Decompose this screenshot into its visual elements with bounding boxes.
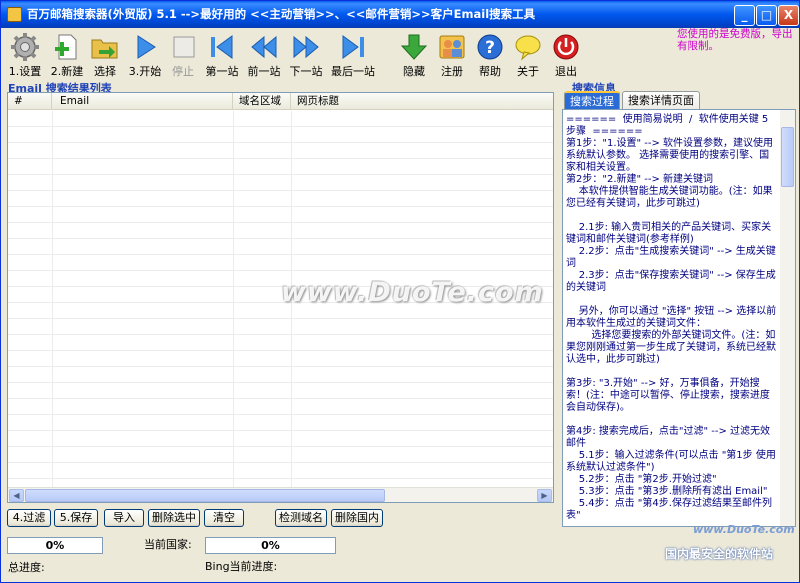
close-button[interactable]: X xyxy=(778,5,799,26)
stop-label: 停止 xyxy=(172,65,194,78)
previous-icon xyxy=(251,35,277,59)
scroll-thumb[interactable] xyxy=(781,127,794,187)
column-page-title[interactable]: 网页标题 xyxy=(291,93,553,110)
corner-watermark-url: www.DuoTe.com xyxy=(693,523,795,536)
help-icon: ? xyxy=(477,34,503,60)
select-label: 选择 xyxy=(94,65,116,78)
check-domain-button[interactable]: 检测域名 xyxy=(275,509,327,527)
column-divider xyxy=(52,111,53,487)
site-watermark: www.DuoTe.com xyxy=(281,277,544,308)
last-site-label: 最后一站 xyxy=(331,65,375,78)
open-folder-icon xyxy=(91,39,118,59)
last-site-button[interactable]: 最后一站 xyxy=(329,32,377,80)
new-document-icon xyxy=(55,34,77,60)
info-tabs: 搜索过程 搜索详情页面 xyxy=(562,91,794,110)
help-label: 帮助 xyxy=(479,65,501,78)
about-label: 关于 xyxy=(517,65,539,78)
maximize-button[interactable]: □ xyxy=(756,5,777,26)
import-button[interactable]: 导入 xyxy=(104,509,144,527)
exit-label: 退出 xyxy=(555,65,577,78)
horizontal-scrollbar[interactable]: ◀ ▶ xyxy=(8,487,553,502)
filter-button[interactable]: 4.过滤 xyxy=(7,509,51,527)
first-site-button[interactable]: 第一站 xyxy=(203,32,241,80)
search-info-box[interactable]: ====== 使用简易说明 / 软件使用关键 5步骤 ====== 第1步："1… xyxy=(562,109,796,527)
column-divider xyxy=(233,111,234,487)
column-index[interactable]: # xyxy=(8,93,52,110)
scroll-left-icon[interactable]: ◀ xyxy=(9,489,24,502)
corner-watermark: www.DuoTe.com 国内最安全的软件站 xyxy=(653,521,799,582)
select-button[interactable]: 选择 xyxy=(89,32,121,80)
search-info-text: ====== 使用简易说明 / 软件使用关键 5步骤 ====== 第1步："1… xyxy=(566,114,777,521)
gear-icon xyxy=(11,33,39,61)
clear-button[interactable]: 清空 xyxy=(204,509,244,527)
title-bar: 百万邮箱搜索器(外贸版) 5.1 -->最好用的 <<主动营销>>、<<邮件营销… xyxy=(1,1,799,28)
hide-label: 隐藏 xyxy=(403,65,425,78)
scroll-thumb[interactable] xyxy=(25,489,385,502)
free-version-notice: 您使用的是免费版，导出有限制。 xyxy=(677,28,793,52)
settings-label: 1.设置 xyxy=(8,65,42,78)
first-icon xyxy=(211,35,233,59)
stop-icon xyxy=(173,36,195,58)
about-button[interactable]: 关于 xyxy=(511,32,545,80)
column-email[interactable]: Email xyxy=(52,93,233,110)
next-icon xyxy=(293,35,319,59)
register-icon xyxy=(439,35,465,59)
column-domain-region[interactable]: 域名区域 xyxy=(233,93,291,110)
app-window: 百万邮箱搜索器(外贸版) 5.1 -->最好用的 <<主动营销>>、<<邮件营销… xyxy=(0,0,800,583)
first-site-label: 第一站 xyxy=(205,65,239,78)
start-label: 3.开始 xyxy=(128,65,162,78)
previous-site-label: 前一站 xyxy=(247,65,281,78)
save-button[interactable]: 5.保存 xyxy=(54,509,98,527)
svg-text:?: ? xyxy=(485,38,495,58)
tab-search-process[interactable]: 搜索过程 xyxy=(564,91,620,110)
current-country-label: 当前国家: xyxy=(144,538,192,551)
next-site-label: 下一站 xyxy=(289,65,323,78)
last-icon xyxy=(342,35,364,59)
bing-progress-label: Bing当前进度: xyxy=(205,560,278,573)
scroll-right-icon[interactable]: ▶ xyxy=(537,489,552,502)
bing-progress-bar: 0% xyxy=(205,537,336,554)
register-label: 注册 xyxy=(441,65,463,78)
delete-selected-button[interactable]: 删除选中 xyxy=(148,509,200,527)
vertical-scrollbar[interactable] xyxy=(780,110,795,526)
settings-button[interactable]: 1.设置 xyxy=(5,32,45,80)
window-title: 百万邮箱搜索器(外贸版) 5.1 -->最好用的 <<主动营销>>、<<邮件营销… xyxy=(27,7,536,21)
new-button[interactable]: 2.新建 xyxy=(47,32,87,80)
tab-search-details[interactable]: 搜索详情页面 xyxy=(622,91,700,109)
results-list-header: # Email 域名区域 网页标题 xyxy=(8,93,553,110)
delete-domestic-button[interactable]: 删除国内 xyxy=(331,509,383,527)
main-toolbar: 1.设置 2.新建 选择 3.开始 停止 第一站 前一站 下一站 最后一站 隐藏… xyxy=(1,29,561,81)
next-site-button[interactable]: 下一站 xyxy=(287,32,325,80)
hide-icon xyxy=(400,34,428,60)
new-label: 2.新建 xyxy=(50,65,84,78)
minimize-button[interactable]: _ xyxy=(734,5,755,26)
help-button[interactable]: ? 帮助 xyxy=(473,32,507,80)
app-icon xyxy=(7,7,22,22)
stop-button[interactable]: 停止 xyxy=(169,32,197,80)
total-progress-bar: 0% xyxy=(7,537,103,554)
exit-button[interactable]: 退出 xyxy=(549,32,583,80)
power-icon xyxy=(553,34,579,60)
total-progress-label: 总进度: xyxy=(8,561,45,574)
play-icon xyxy=(137,35,156,59)
register-button[interactable]: 注册 xyxy=(435,32,469,80)
hide-button[interactable]: 隐藏 xyxy=(397,32,431,80)
corner-watermark-tagline: 国内最安全的软件站 xyxy=(665,547,774,561)
start-button[interactable]: 3.开始 xyxy=(125,32,165,80)
previous-site-button[interactable]: 前一站 xyxy=(245,32,283,80)
about-icon xyxy=(515,35,541,61)
